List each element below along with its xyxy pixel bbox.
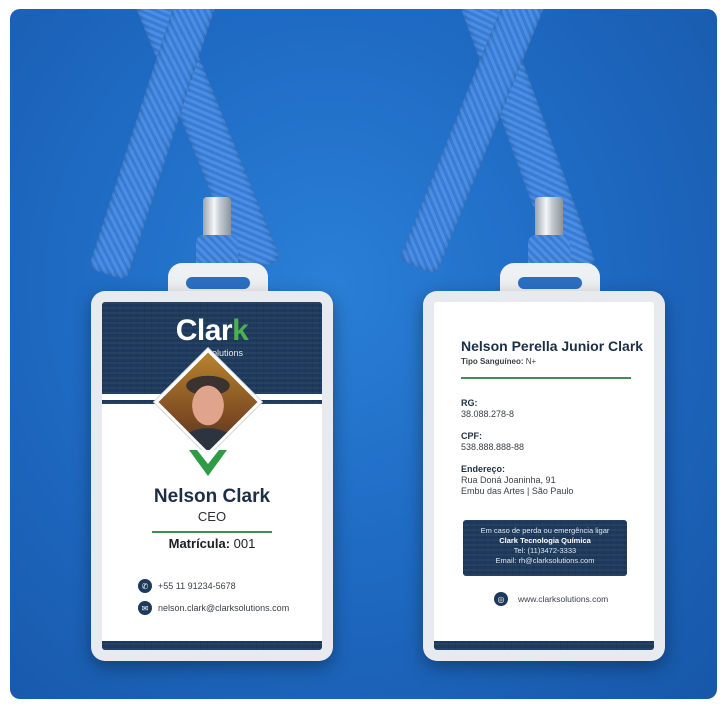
phone-contact: ✆ +55 11 91234-5678 [138, 579, 236, 593]
left-holder-slot [186, 277, 250, 289]
company-logo: Clark [175, 314, 249, 347]
phone-icon: ✆ [138, 579, 152, 593]
emergency-contact-box: Em caso de perda ou emergência ligar Cla… [463, 520, 627, 576]
front-divider [152, 531, 272, 533]
blood-type: Tipo Sanguíneo: N+ [461, 357, 537, 366]
address-line-1: Rua Doná Joaninha, 91 [461, 475, 556, 485]
back-badge-card: Nelson Perella Junior Clark Tipo Sanguín… [434, 302, 654, 650]
email-icon: ✉ [138, 601, 152, 615]
green-chevron-inner [197, 450, 219, 464]
email-contact: ✉ nelson.clark@clarksolutions.com [138, 601, 289, 615]
full-name: Nelson Perella Junior Clark [461, 338, 644, 354]
cpf-value: 538.888.888-88 [461, 442, 525, 452]
globe-icon: ◎ [494, 592, 508, 606]
front-footer-band [102, 641, 322, 650]
rg-value: 38.088.278-8 [461, 409, 515, 419]
right-holder-slot [518, 277, 582, 289]
rg-label: RG: [461, 398, 478, 408]
employee-role: CEO [197, 509, 227, 524]
front-badge-card: Clark Solutions Nelson Clark CEO Matrícu… [102, 302, 322, 650]
front-badge-holder: Clark Solutions Nelson Clark CEO Matrícu… [91, 291, 333, 661]
back-badge-holder: Nelson Perella Junior Clark Tipo Sanguín… [423, 291, 665, 661]
cpf-label: CPF: [461, 431, 482, 441]
product-mockup-scene: Clark Solutions Nelson Clark CEO Matrícu… [10, 9, 717, 699]
employee-id: Matrícula: 001 [168, 536, 256, 551]
employee-name: Nelson Clark [153, 486, 271, 507]
back-divider [461, 377, 631, 379]
back-footer-band [434, 641, 654, 650]
address-line-2: Embu das Artes | São Paulo [461, 486, 574, 496]
address-label: Endereço: [461, 464, 506, 474]
website-contact: ◎ www.clarksolutions.com [494, 592, 608, 606]
